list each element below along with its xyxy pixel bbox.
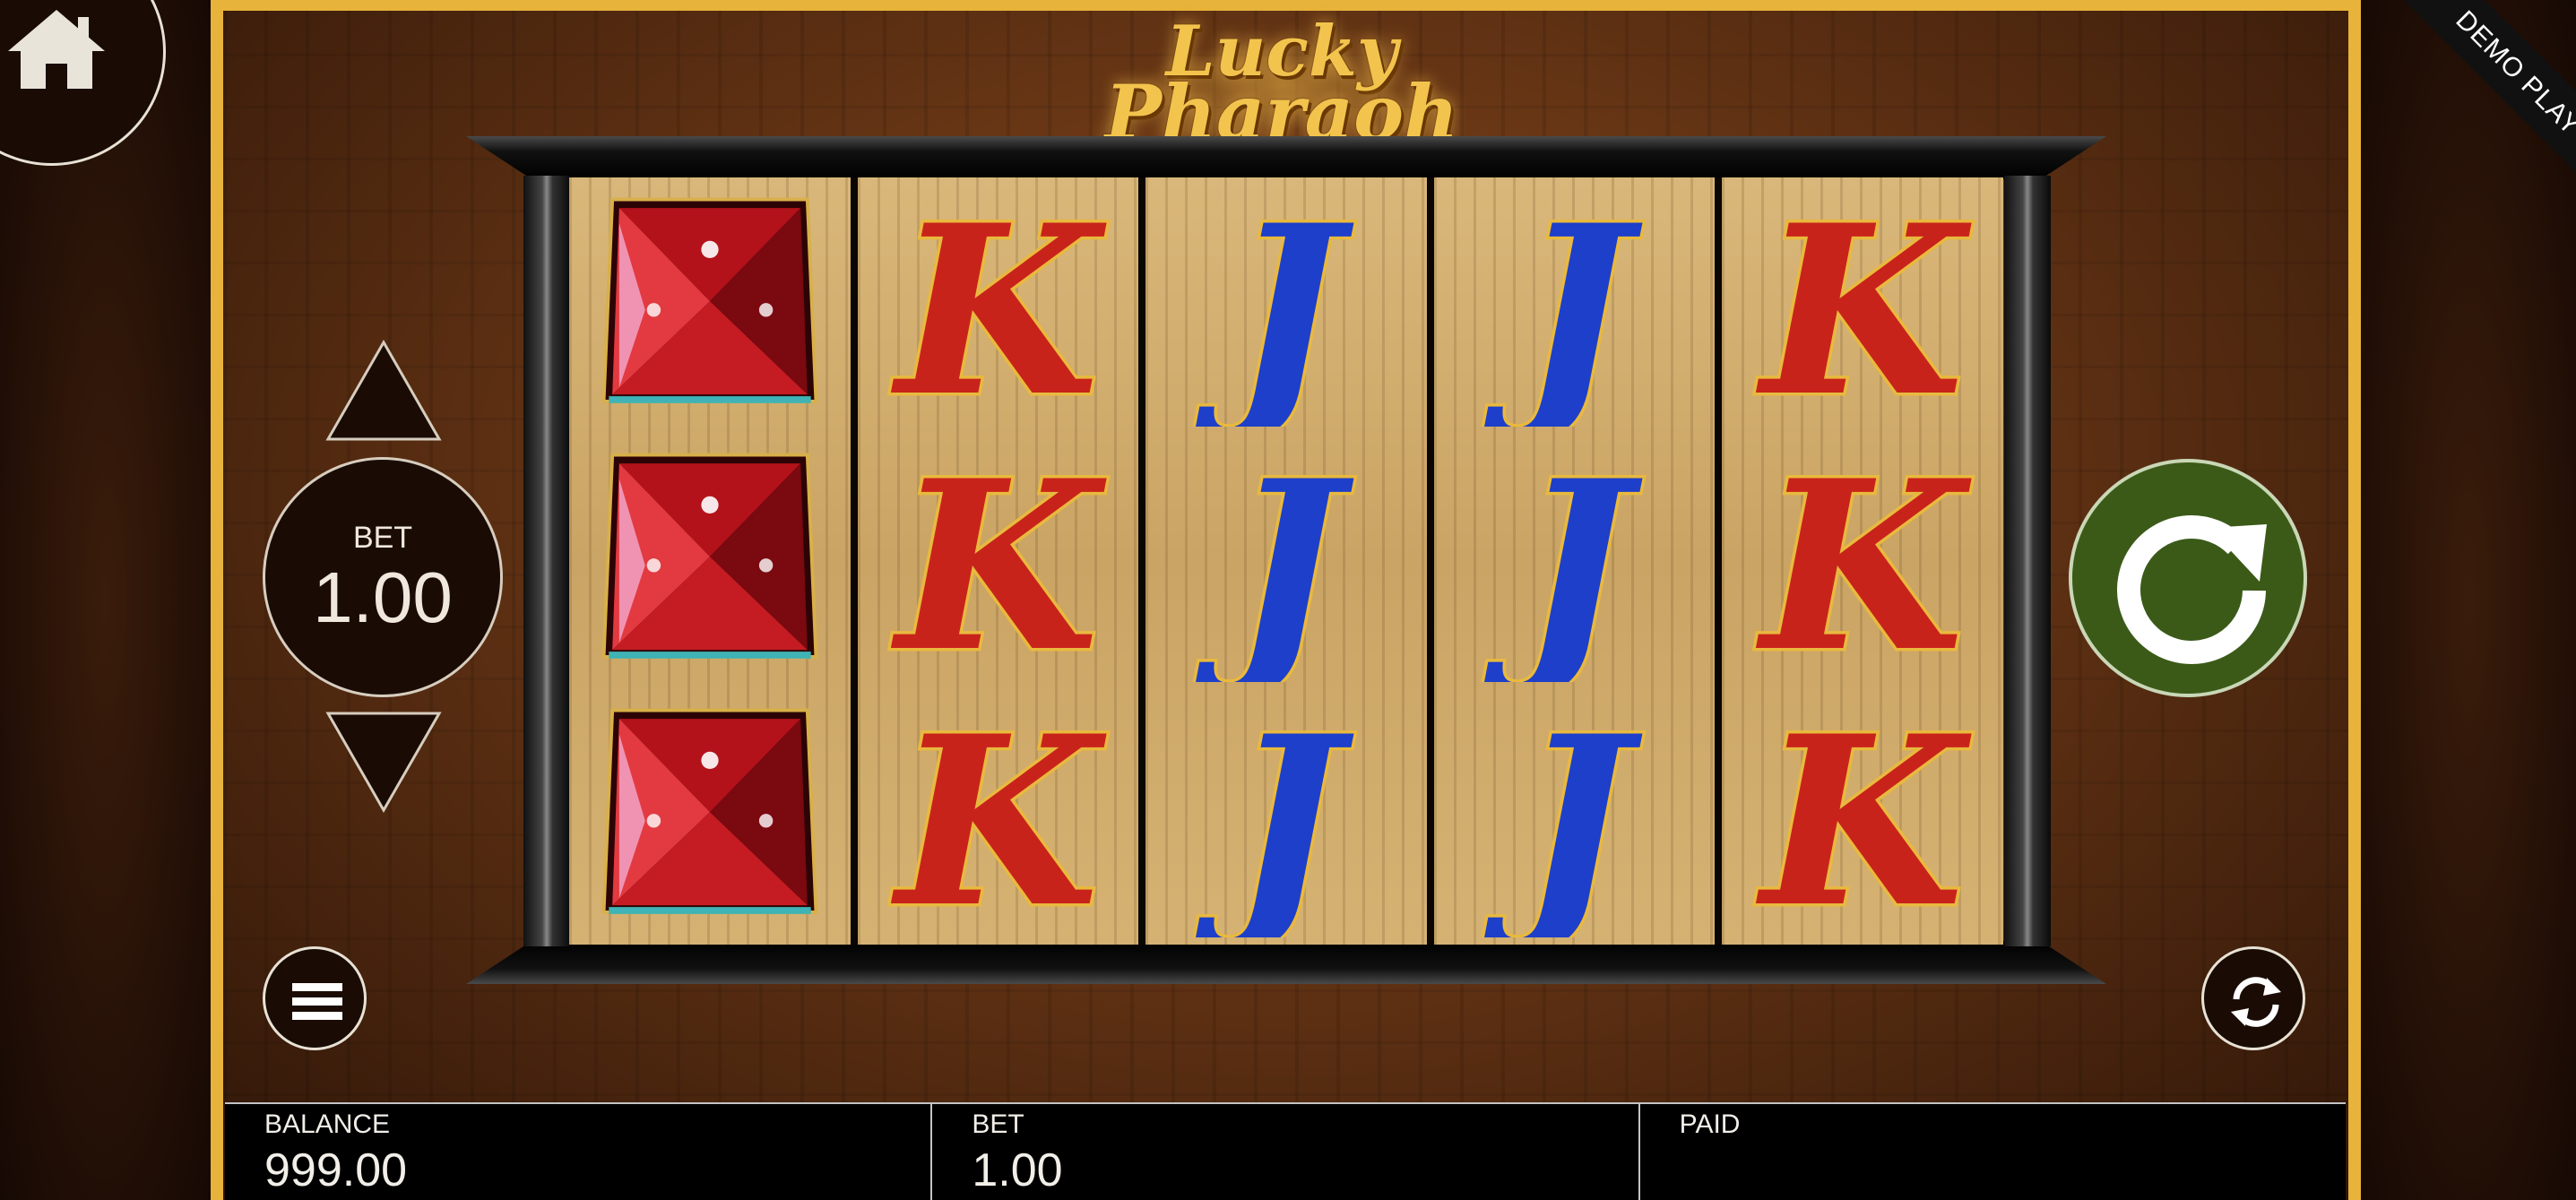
status-bar: BALANCE 999.00 BET 1.00 PAID [225,1102,2346,1200]
reel-pillar-right [2004,176,2051,946]
reel-2: KKK [857,177,1139,945]
svg-text:J: J [1479,185,1643,427]
reel-symbol: J [1434,177,1716,433]
svg-text:K: K [1754,695,1973,937]
reel-symbol [569,177,851,433]
svg-text:J: J [1479,440,1643,682]
reel-symbol: K [858,689,1139,945]
svg-text:J: J [1191,695,1355,937]
j-symbol-icon: J [1476,695,1647,937]
autoplay-icon [2231,977,2281,1027]
balance-value: 999.00 [264,1144,408,1196]
svg-text:K: K [1754,185,1973,427]
demo-ribbon-text: DEMO PLAY [2392,0,2576,199]
svg-text:K: K [889,695,1108,937]
j-symbol-icon: J [1188,185,1358,427]
reel-symbol: J [1434,689,1716,945]
reel-rack-bottom [466,941,2106,984]
svg-text:J: J [1191,185,1355,427]
j-symbol-icon: J [1188,440,1358,682]
svg-text:J: J [1191,440,1355,682]
svg-text:J: J [1479,695,1643,937]
k-symbol-icon: K [886,695,1111,937]
bet-display-value: 1.00 [313,557,453,637]
demo-ribbon: DEMO PLAY [2361,0,2576,215]
reel-symbol: K [1722,433,2003,688]
reel-pillar-left [523,176,570,946]
bet-increase-button[interactable] [323,337,445,445]
svg-text:K: K [1754,440,1973,682]
balance-label: BALANCE [264,1109,391,1139]
reel-symbol [569,433,851,688]
reel-5: KKK [1722,177,2003,945]
bet-display-label: BET [352,521,413,555]
menu-icon [292,983,342,1020]
reel-symbol: K [858,433,1139,688]
bet-display: BET 1.00 [263,457,503,697]
reel-4: JJJ [1433,177,1716,945]
bet-value: 1.00 [972,1144,1063,1196]
k-symbol-icon: K [1751,440,1976,682]
reel-symbol: J [1145,177,1427,433]
reel-symbol: J [1145,433,1427,688]
reel-symbol: J [1145,689,1427,945]
bet-panel: BET 1.00 [932,1104,1640,1200]
reel-rack-top [466,136,2106,179]
reel-grid: KKKJJJJJJKKK [569,177,2003,945]
red-gem-icon [601,453,818,659]
k-symbol-icon: K [886,440,1111,682]
k-symbol-icon: K [1751,695,1976,937]
j-symbol-icon: J [1476,185,1647,427]
paid-panel: PAID [1640,1104,2346,1200]
reel-symbol: K [1722,177,2003,433]
reel-symbol: K [858,177,1139,433]
reel-1 [569,177,851,945]
reel-3: JJJ [1145,177,1427,945]
left-margin [0,0,211,1200]
spin-button[interactable] [2069,459,2307,697]
red-gem-icon [601,708,818,915]
autoplay-button[interactable] [2201,946,2305,1050]
red-gem-icon [601,197,818,403]
reel-symbol: J [1434,433,1716,688]
bet-decrease-button[interactable] [323,708,445,816]
svg-text:K: K [889,185,1108,427]
j-symbol-icon: J [1188,695,1358,937]
reel-symbol [569,689,851,945]
reel-symbol: K [1722,689,2003,945]
k-symbol-icon: K [1751,185,1976,427]
balance-panel: BALANCE 999.00 [225,1104,933,1200]
home-icon [8,10,105,89]
paid-label: PAID [1679,1109,1741,1139]
j-symbol-icon: J [1476,440,1647,682]
svg-text:K: K [889,440,1108,682]
bet-label: BET [972,1109,1024,1139]
spin-icon [2117,515,2267,664]
menu-button[interactable] [263,946,367,1050]
k-symbol-icon: K [886,185,1111,427]
